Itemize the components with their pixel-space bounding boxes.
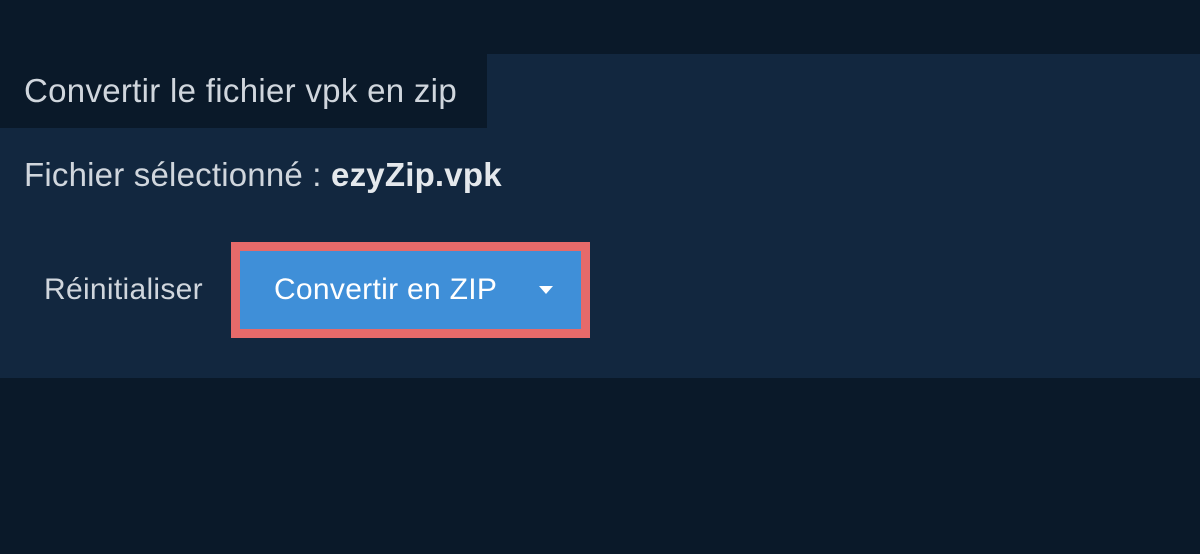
tab-title: Convertir le fichier vpk en zip xyxy=(0,54,487,128)
convert-button[interactable]: Convertir en ZIP xyxy=(240,251,581,329)
reset-button[interactable]: Réinitialiser xyxy=(44,273,203,307)
convert-button-label: Convertir en ZIP xyxy=(274,273,497,307)
converter-panel: Convertir le fichier vpk en zip Fichier … xyxy=(0,54,1200,378)
actions-row: Réinitialiser Convertir en ZIP xyxy=(0,194,1200,338)
convert-highlight-frame: Convertir en ZIP xyxy=(231,242,590,338)
selected-file-name: ezyZip.vpk xyxy=(331,156,502,193)
selected-file-label: Fichier sélectionné : xyxy=(24,156,331,193)
chevron-down-icon xyxy=(539,286,553,294)
selected-file-row: Fichier sélectionné : ezyZip.vpk xyxy=(0,128,1200,194)
